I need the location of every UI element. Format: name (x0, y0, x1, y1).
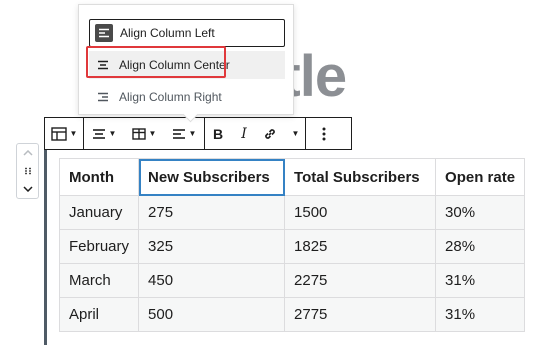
toolbar-group-format: B I ▼ (205, 118, 306, 149)
table-row: January 275 1500 30% (58, 195, 526, 230)
subscribers-table: Month New Subscribers Total Subscribers … (58, 158, 526, 332)
dropdown-caret-icon: ▼ (188, 129, 197, 138)
table-cell[interactable]: 30% (435, 195, 526, 230)
table-cell[interactable]: 1500 (284, 195, 437, 230)
italic-icon: I (241, 125, 247, 142)
align-left-icon (172, 128, 185, 139)
toolbar-group-block: ▼ (45, 118, 84, 149)
chevron-down-icon (22, 186, 33, 192)
table-cell[interactable]: 28% (435, 229, 526, 264)
table-icon (50, 126, 67, 141)
drag-handle[interactable] (17, 162, 38, 180)
table-cell[interactable]: 1825 (284, 229, 437, 264)
table-edit-icon (131, 127, 146, 140)
menu-item-label: Align Column Right (119, 90, 222, 104)
header-cell[interactable]: Total Subscribers (284, 158, 437, 196)
table-cell[interactable]: 31% (435, 263, 526, 298)
align-right-icon (94, 88, 112, 106)
align-center-icon (92, 128, 105, 139)
dropdown-caret-icon: ▼ (148, 129, 157, 138)
block-toolbar: ▼ ▼ ▼ ▼ B I ▼ (44, 117, 352, 150)
align-left-icon (95, 24, 113, 42)
move-up-button[interactable] (17, 144, 38, 162)
menu-item-label: Align Column Center (119, 58, 230, 72)
table-row: March 450 2275 31% (58, 263, 526, 298)
dropdown-caret-icon: ▼ (69, 129, 78, 138)
table-cell[interactable]: 2775 (284, 297, 437, 332)
table-header-row: Month New Subscribers Total Subscribers … (58, 158, 526, 196)
more-rich-text-button[interactable]: ▼ (283, 118, 305, 149)
table-cell[interactable]: 325 (138, 229, 286, 264)
table-cell[interactable]: March (58, 263, 140, 298)
table-cell[interactable]: 275 (138, 195, 286, 230)
align-column-menu: Align Column Left Align Column Center Al… (78, 4, 294, 115)
link-button[interactable] (257, 118, 283, 149)
table-cell[interactable]: 2275 (284, 263, 437, 298)
align-center-icon (94, 56, 112, 74)
table-cell[interactable]: 500 (138, 297, 286, 332)
options-button[interactable] (306, 118, 342, 149)
dropdown-caret-icon: ▼ (108, 129, 117, 138)
link-icon (265, 128, 275, 139)
table-cell[interactable]: January (58, 195, 140, 230)
chevron-up-icon (22, 150, 33, 156)
bold-icon: B (212, 125, 224, 142)
table-block: Month New Subscribers Total Subscribers … (44, 150, 531, 345)
options-icon (322, 127, 326, 140)
menu-item-label: Align Column Left (120, 26, 215, 40)
table-row: February 325 1825 28% (58, 229, 526, 264)
block-mover (16, 143, 39, 199)
align-table-button[interactable]: ▼ (84, 118, 124, 149)
menu-item-align-center[interactable]: Align Column Center (89, 51, 285, 79)
table-row: April 500 2775 31% (58, 297, 526, 332)
more-rich-text-icon: ▼ (291, 129, 300, 138)
block-type-button[interactable]: ▼ (45, 118, 83, 149)
table-cell[interactable]: 31% (435, 297, 526, 332)
bold-button[interactable]: B (205, 118, 231, 149)
menu-item-align-right[interactable]: Align Column Right (89, 83, 285, 111)
edit-table-button[interactable]: ▼ (124, 118, 164, 149)
drag-icon (24, 167, 31, 175)
table-cell[interactable]: April (58, 297, 140, 332)
header-cell[interactable]: Open rate (435, 158, 526, 196)
toolbar-group-table: ▼ ▼ ▼ (84, 118, 205, 149)
toolbar-group-options (306, 118, 342, 149)
align-column-button[interactable]: ▼ (164, 118, 204, 149)
header-cell-selected[interactable]: New Subscribers (138, 158, 286, 196)
menu-item-align-left[interactable]: Align Column Left (89, 19, 285, 47)
table-cell[interactable]: February (58, 229, 140, 264)
header-cell[interactable]: Month (58, 158, 140, 196)
table-cell[interactable]: 450 (138, 263, 286, 298)
italic-button[interactable]: I (231, 118, 257, 149)
move-down-button[interactable] (17, 180, 38, 198)
